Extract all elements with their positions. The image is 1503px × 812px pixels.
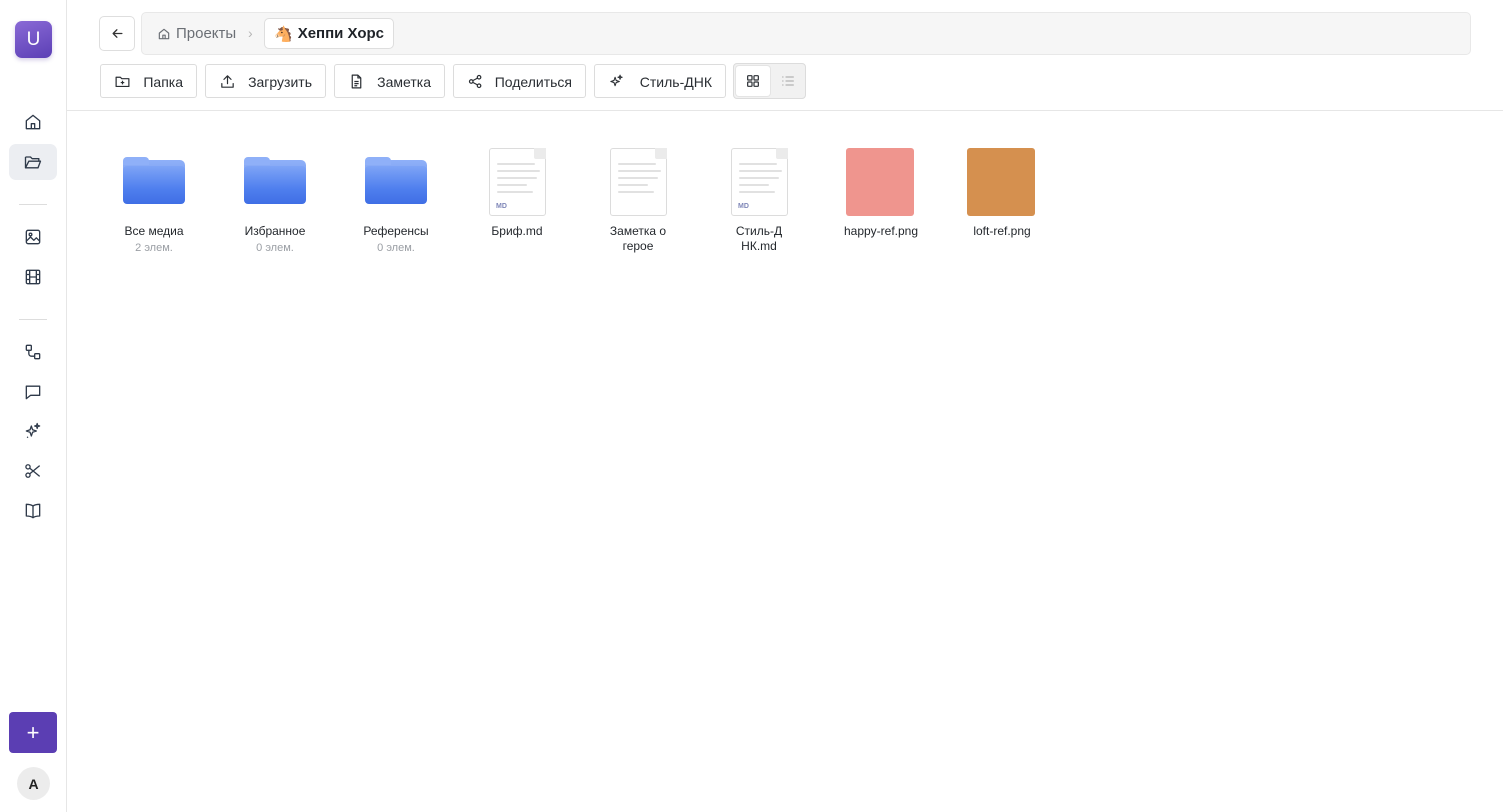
home-icon: [158, 28, 170, 39]
folder-item[interactable]: Референсы 0 элем.: [341, 140, 451, 254]
breadcrumb-projects-label: Проекты: [176, 25, 237, 42]
breadcrumb-projects[interactable]: Проекты: [157, 25, 236, 42]
breadcrumb-current-label: Хеппи Хорс: [297, 25, 385, 42]
image-preview: [967, 148, 1035, 216]
breadcrumb-current-project[interactable]: 🐴 Хеппи Хорс: [264, 18, 395, 49]
view-mode-toggle: [733, 63, 806, 99]
images-nav-button[interactable]: [9, 219, 57, 255]
toolbar-divider: [67, 110, 1503, 111]
list-icon: [782, 76, 794, 86]
new-folder-button[interactable]: Папка: [100, 64, 197, 98]
item-name: Референсы: [363, 224, 429, 238]
item-name: Избранное: [244, 224, 306, 238]
image-item[interactable]: happy-ref.png: [825, 140, 937, 239]
sidebar: U + A: [0, 0, 67, 812]
file-thumbnail: MD: [462, 140, 572, 224]
item-name: Все медиа: [124, 224, 184, 238]
file-type-badge: MD: [738, 203, 749, 210]
new-note-label: Заметка: [377, 74, 431, 90]
item-name: Стиль-ДНК.md: [735, 224, 783, 253]
upload-icon: [221, 75, 234, 88]
sidebar-divider: [19, 319, 47, 320]
chat-icon: [25, 385, 41, 400]
sparkles-icon: [610, 74, 623, 87]
file-type-badge: MD: [496, 203, 507, 210]
folder-open-icon: [24, 156, 42, 169]
user-avatar[interactable]: A: [17, 767, 50, 800]
back-button[interactable]: [99, 16, 135, 51]
arrow-left-icon: [112, 29, 122, 38]
generate-nav-button[interactable]: [9, 413, 57, 449]
folder-thumbnail: [220, 140, 330, 224]
folder-item[interactable]: Все медиа 2 элем.: [99, 140, 209, 254]
folder-icon: [123, 157, 185, 204]
image-preview: [846, 148, 914, 216]
sidebar-divider: [19, 204, 47, 205]
grid-view-button[interactable]: [736, 66, 770, 96]
file-thumbnail: MD: [704, 140, 814, 224]
folder-item[interactable]: Избранное 0 элем.: [220, 140, 330, 254]
markdown-file-icon: MD: [731, 148, 788, 216]
scissors-icon: [25, 464, 41, 478]
folder-icon: [244, 157, 306, 204]
files-nav-button[interactable]: [9, 144, 57, 180]
video-nav-button[interactable]: [9, 259, 57, 295]
breadcrumb: Проекты › 🐴 Хеппи Хорс: [141, 12, 1471, 55]
home-nav-button[interactable]: [9, 104, 57, 140]
folder-thumbnail: [99, 140, 209, 224]
user-avatar-initial: A: [28, 775, 39, 792]
workspace-logo-letter: U: [26, 28, 41, 50]
new-note-button[interactable]: Заметка: [334, 64, 445, 98]
file-item[interactable]: MD Стиль-ДНК.md: [704, 140, 814, 254]
create-new-label: +: [26, 719, 40, 745]
markdown-file-icon: MD: [489, 148, 546, 216]
file-item[interactable]: Заметка о герое: [583, 140, 693, 254]
item-name: happy-ref.png: [843, 224, 919, 238]
list-view-button[interactable]: [772, 66, 804, 96]
project-emoji-icon: 🐴: [274, 25, 293, 43]
image-item[interactable]: loft-ref.png: [946, 140, 1058, 239]
file-item[interactable]: MD Бриф.md: [462, 140, 572, 239]
library-nav-button[interactable]: [9, 493, 57, 529]
item-count: 0 элем.: [377, 242, 415, 254]
item-name: Бриф.md: [491, 224, 543, 238]
folder-thumbnail: [341, 140, 451, 224]
grid-icon: [747, 75, 759, 87]
file-thumbnail: [583, 140, 693, 224]
workflow-nav-button[interactable]: [9, 334, 57, 370]
home-icon: [25, 114, 41, 130]
image-icon: [25, 229, 41, 245]
book-icon: [25, 503, 41, 519]
share-icon: [468, 74, 482, 89]
item-name: Заметка о герое: [609, 224, 667, 253]
film-icon: [25, 269, 41, 285]
share-label: Поделиться: [494, 74, 572, 90]
item-name: loft-ref.png: [973, 224, 1031, 238]
image-thumbnail: [825, 140, 937, 224]
chevron-right-icon: ›: [248, 25, 253, 41]
upload-button[interactable]: Загрузить: [205, 64, 326, 98]
share-button[interactable]: Поделиться: [453, 64, 586, 98]
chat-nav-button[interactable]: [9, 374, 57, 410]
new-folder-label: Папка: [143, 74, 183, 90]
style-dna-label: Стиль-ДНК: [639, 74, 712, 90]
folder-icon: [365, 157, 427, 204]
upload-label: Загрузить: [248, 74, 312, 90]
workflow-icon: [25, 344, 41, 360]
folder-plus-icon: [115, 76, 130, 88]
note-file-icon: [610, 148, 667, 216]
style-dna-button[interactable]: Стиль-ДНК: [594, 64, 726, 98]
sparkles-icon: [25, 422, 41, 439]
workspace-logo[interactable]: U: [15, 21, 52, 58]
create-new-button[interactable]: +: [9, 712, 57, 753]
item-count: 2 элем.: [135, 242, 173, 254]
edit-nav-button[interactable]: [9, 453, 57, 489]
item-count: 0 элем.: [256, 242, 294, 254]
document-icon: [351, 74, 362, 89]
image-thumbnail: [946, 140, 1058, 224]
